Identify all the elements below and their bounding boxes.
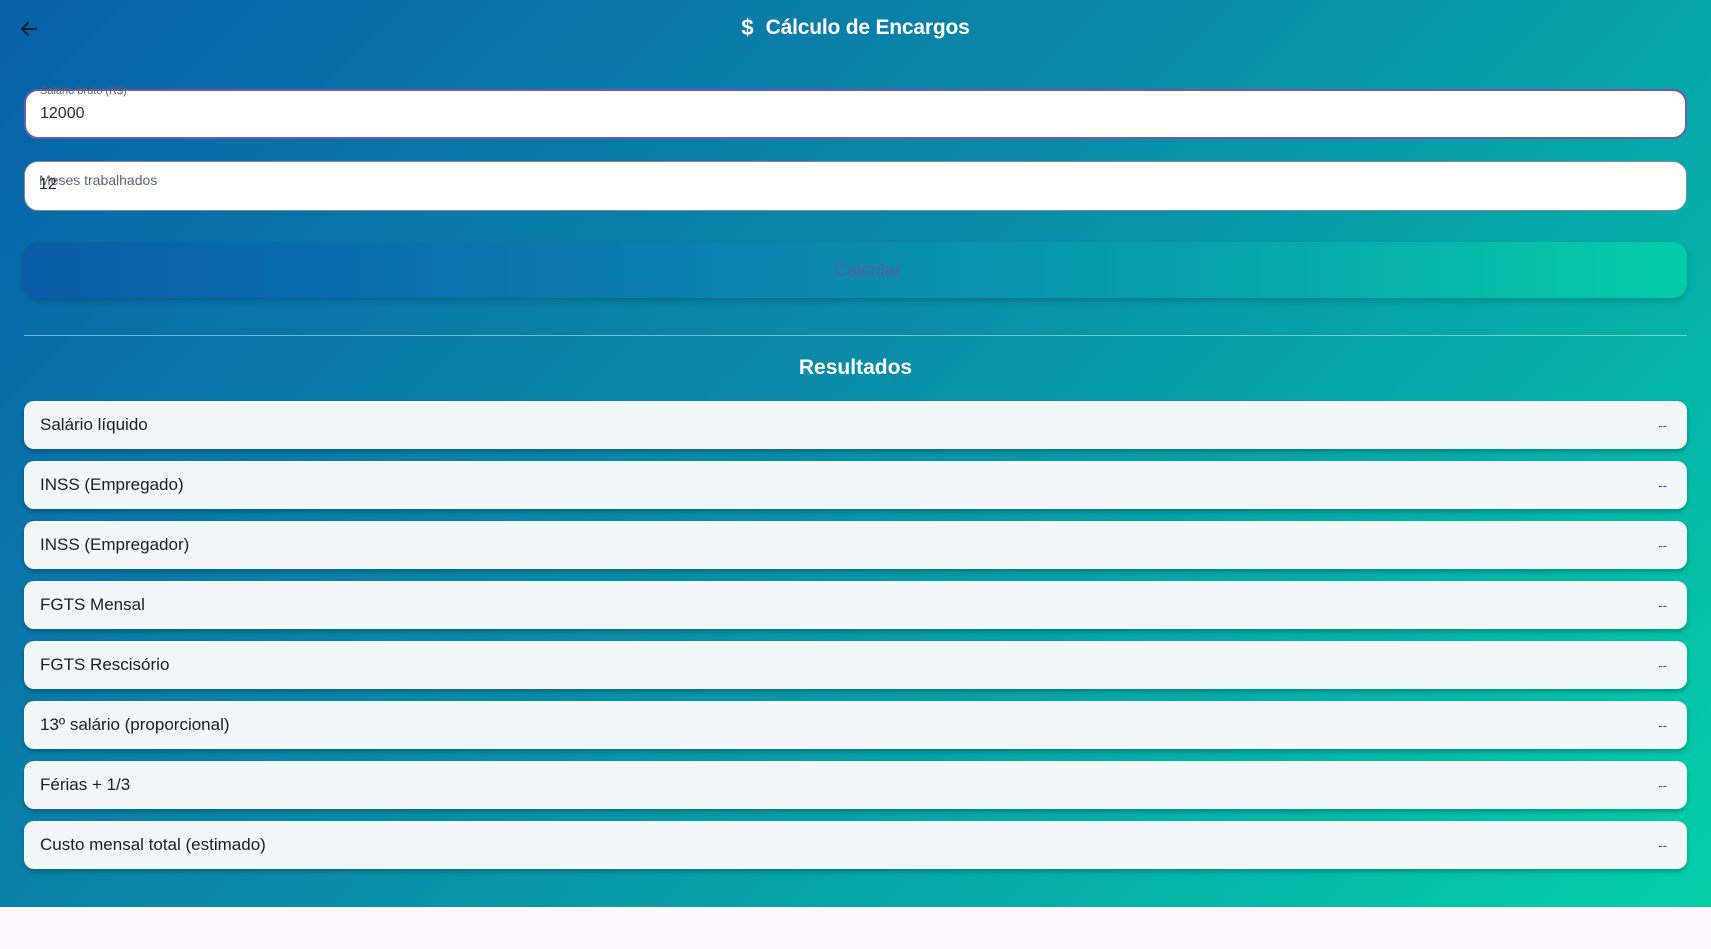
result-label: 13º salário (proporcional)	[40, 715, 230, 734]
calculate-button[interactable]: ⇔ Calcular	[24, 242, 1687, 298]
calculate-button-label: Calcular	[834, 259, 901, 280]
months-input[interactable]	[39, 176, 1639, 194]
salary-field[interactable]: Salário bruto (R$)	[24, 85, 1687, 139]
page-title: Cálculo de Encargos	[765, 16, 970, 39]
section-divider	[24, 335, 1687, 336]
result-row-fgts-mensal: FGTS Mensal --	[24, 581, 1687, 629]
result-value: --	[1658, 537, 1667, 553]
app-bar: $ Cálculo de Encargos	[0, 0, 1711, 58]
result-label: Salário líquido	[40, 415, 148, 434]
result-row-inss-empregado: INSS (Empregado) --	[24, 461, 1687, 509]
result-value: --	[1658, 837, 1667, 853]
result-label: INSS (Empregador)	[40, 535, 190, 554]
salary-field-label: Salário bruto (R$)	[40, 85, 127, 97]
result-row-custo-total: Custo mensal total (estimado) --	[24, 821, 1687, 869]
result-value: --	[1658, 597, 1667, 613]
result-row-fgts-rescisorio: FGTS Rescisório --	[24, 641, 1687, 689]
dollar-icon: $	[741, 15, 754, 40]
result-value: --	[1658, 417, 1667, 433]
result-label: FGTS Mensal	[40, 595, 145, 614]
results-title: Resultados	[798, 356, 913, 379]
title-wrap: $ Cálculo de Encargos	[0, 16, 1711, 40]
result-label: Férias + 1/3	[40, 775, 131, 794]
result-row-salario-liquido: Salário líquido --	[24, 401, 1687, 449]
result-value: --	[1658, 777, 1667, 793]
result-label: Custo mensal total (estimado)	[40, 835, 266, 854]
result-label: INSS (Empregado)	[40, 475, 184, 494]
salary-input[interactable]	[40, 105, 1640, 123]
result-row-13-salario: 13º salário (proporcional) --	[24, 701, 1687, 749]
calculator-icon: ⇔	[810, 262, 825, 278]
result-row-ferias: Férias + 1/3 --	[24, 761, 1687, 809]
result-value: --	[1658, 657, 1667, 673]
app-background: $ Cálculo de Encargos Salário bruto (R$)…	[0, 0, 1711, 907]
result-label: FGTS Rescisório	[40, 655, 170, 674]
result-row-inss-empregador: INSS (Empregador) --	[24, 521, 1687, 569]
result-value: --	[1658, 477, 1667, 493]
result-value: --	[1658, 717, 1667, 733]
months-field[interactable]: Meses trabalhados	[24, 161, 1687, 211]
